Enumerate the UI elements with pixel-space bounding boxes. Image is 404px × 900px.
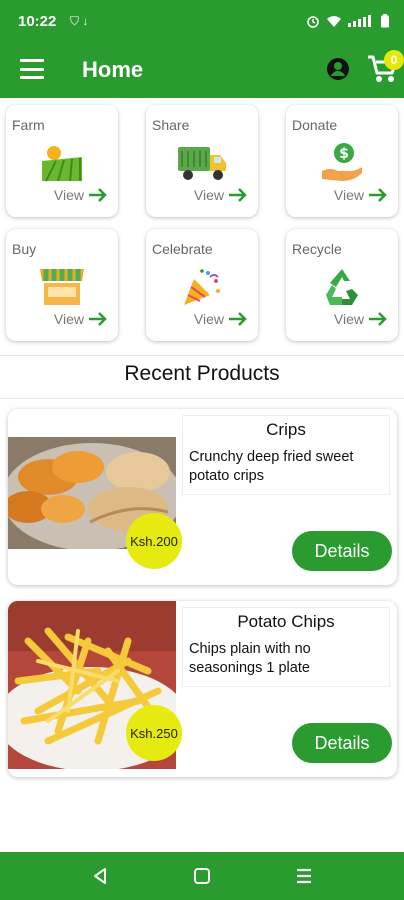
donate-icon: $ [322, 143, 362, 181]
view-link[interactable]: View [194, 311, 248, 327]
arrow-right-icon [229, 188, 247, 202]
category-card-recycle[interactable]: Recycle View [286, 229, 398, 341]
recents-icon[interactable] [294, 866, 314, 886]
category-label: Share [152, 117, 190, 133]
view-label: View [333, 187, 364, 203]
category-label: Donate [292, 117, 338, 133]
svg-text:$: $ [339, 146, 349, 162]
home-icon[interactable] [192, 866, 212, 886]
wifi-icon [327, 16, 341, 27]
view-label: View [333, 311, 364, 327]
farm-icon [42, 146, 82, 182]
divider [0, 355, 404, 356]
category-label: Farm [12, 117, 45, 133]
view-link[interactable]: View [334, 311, 388, 327]
arrow-right-icon [369, 312, 387, 326]
category-card-celebrate[interactable]: Celebrate View [146, 229, 258, 341]
account-icon[interactable] [326, 57, 350, 81]
signal-icon [348, 15, 371, 27]
category-label: Buy [12, 241, 37, 257]
view-label: View [53, 187, 84, 203]
view-label: View [193, 187, 224, 203]
category-card-buy[interactable]: Buy View [6, 229, 118, 341]
view-link[interactable]: View [334, 187, 388, 203]
notification-icons: ⛉ ↓ [70, 14, 89, 28]
market-stall-icon [40, 269, 84, 305]
price-badge: Ksh.250 [126, 705, 182, 761]
category-label: Celebrate [152, 241, 213, 257]
category-label: Recycle [292, 241, 342, 257]
status-time: 10:22 [18, 13, 57, 30]
product-card[interactable]: Ksh.200 Crips Crunchy deep fried sweet p… [8, 409, 397, 585]
product-info: Crips Crunchy deep fried sweet potato cr… [182, 415, 390, 495]
status-indicators [306, 14, 390, 28]
price-badge: Ksh.200 [126, 513, 182, 569]
back-icon[interactable] [90, 866, 110, 886]
view-link[interactable]: View [194, 187, 248, 203]
page-title: Home [82, 57, 144, 82]
product-card[interactable]: Ksh.250 Potato Chips Chips plain with no… [8, 601, 397, 777]
category-card-share[interactable]: Share View [146, 105, 258, 217]
recycle-icon [326, 269, 358, 305]
cart-button[interactable]: 0 [366, 50, 404, 85]
view-link[interactable]: View [54, 187, 108, 203]
view-link[interactable]: View [54, 311, 108, 327]
battery-icon [381, 14, 389, 28]
product-name: Crips [266, 420, 306, 439]
divider [0, 398, 404, 399]
product-description: Crunchy deep fried sweet potato crips [189, 449, 354, 484]
view-label: View [193, 311, 224, 327]
view-label: View [53, 311, 84, 327]
cart-count-badge: 0 [384, 50, 404, 70]
menu-icon[interactable] [20, 59, 44, 79]
app-bar: Home 0 [0, 42, 404, 98]
product-info: Potato Chips Chips plain with no seasoni… [182, 607, 390, 687]
section-title: Recent Products [124, 362, 280, 385]
status-bar: 10:22 ⛉ ↓ [0, 0, 404, 42]
system-nav-bar [0, 852, 404, 900]
arrow-right-icon [369, 188, 387, 202]
product-description: Chips plain with no seasonings 1 plate [189, 641, 311, 676]
arrow-right-icon [89, 188, 107, 202]
alarm-icon [307, 16, 319, 28]
details-button[interactable]: Details [292, 723, 392, 763]
party-popper-icon [184, 269, 220, 305]
category-card-farm[interactable]: Farm View [6, 105, 118, 217]
category-card-donate[interactable]: Donate $ View [286, 105, 398, 217]
truck-icon [178, 147, 226, 180]
details-button[interactable]: Details [292, 531, 392, 571]
arrow-right-icon [229, 312, 247, 326]
arrow-right-icon [89, 312, 107, 326]
product-name: Potato Chips [237, 612, 335, 631]
